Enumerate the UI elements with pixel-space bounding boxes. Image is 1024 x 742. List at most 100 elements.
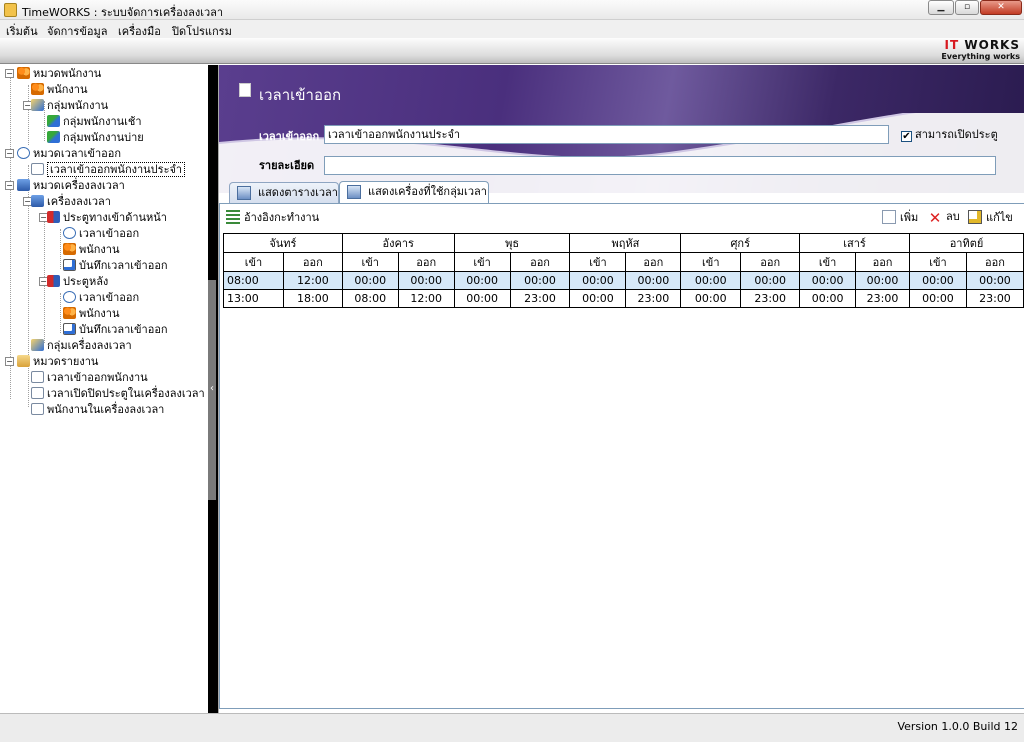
- tree-node[interactable]: เวลาเข้าออก: [63, 226, 139, 241]
- tab-show-schedule[interactable]: แสดงตารางเวลา: [229, 182, 339, 203]
- can-open-door-checkbox[interactable]: ✔ สามารถเปิดประตู: [901, 128, 998, 142]
- day-header: อังคาร: [341, 233, 455, 253]
- tree-node[interactable]: เวลาเข้าออก: [63, 290, 139, 305]
- table-row[interactable]: 08:00 12:00 00:00 00:00 00:00 00:00 00:00 00:00…: [223, 271, 1024, 290]
- tree-node[interactable]: เครื่องลงเวลา: [31, 194, 111, 209]
- tree-node[interactable]: พนักงาน: [63, 242, 120, 257]
- new-document-icon: [882, 210, 896, 224]
- time-cell[interactable]: 00:00: [569, 289, 627, 308]
- tree-node[interactable]: พนักงาน: [63, 306, 120, 321]
- note-icon: [63, 259, 76, 271]
- tree-node[interactable]: กลุ่มพนักงานเช้า: [47, 114, 142, 129]
- edit-icon: [968, 210, 982, 224]
- grid-toolbar: อ้างอิงกะทำงาน เพิ่ม ✕ ลบ แก้ไข: [220, 204, 1024, 230]
- tree-node[interactable]: ประตูหลัง: [47, 274, 108, 289]
- page-title-icon: [239, 83, 251, 97]
- close-button[interactable]: ✕: [980, 0, 1022, 15]
- reference-shift-button[interactable]: อ้างอิงกะทำงาน: [226, 210, 319, 225]
- table-row[interactable]: 13:00 18:00 08:00 12:00 00:00 23:00 00:00 23:00…: [223, 289, 1024, 308]
- tree-node[interactable]: เวลาเข้าออกพนักงาน: [31, 370, 148, 385]
- clock-icon: [17, 147, 30, 159]
- time-cell[interactable]: 08:00: [341, 289, 399, 308]
- tree-collapse-icon[interactable]: −: [5, 149, 14, 158]
- time-cell[interactable]: 00:00: [453, 271, 511, 290]
- tree-node-label: บันทึกเวลาเข้าออก: [79, 259, 168, 272]
- in-header: เข้า: [223, 252, 284, 272]
- time-name-field[interactable]: เวลาเข้าออกพนักงานประจำ: [324, 125, 889, 144]
- tree-node[interactable]: กลุ่มเครื่องลงเวลา: [31, 338, 132, 353]
- in-header: เข้า: [680, 252, 742, 272]
- status-bar: Version 1.0.0 Build 12: [0, 713, 1024, 742]
- people-icon: [63, 307, 76, 319]
- tab-show-machines[interactable]: แสดงเครื่องที่ใช้กลุ่มเวลา: [339, 181, 489, 203]
- time-cell[interactable]: 00:00: [341, 271, 399, 290]
- checkbox-icon[interactable]: ✔: [901, 131, 912, 142]
- delete-button[interactable]: ✕ ลบ: [928, 210, 960, 226]
- time-cell[interactable]: 00:00: [680, 271, 742, 290]
- time-cell[interactable]: 00:00: [625, 271, 682, 290]
- time-cell[interactable]: 18:00: [282, 289, 343, 308]
- time-cell[interactable]: 23:00: [740, 289, 801, 308]
- tree-collapse-icon[interactable]: −: [5, 69, 14, 78]
- tree-node[interactable]: พนักงาน: [31, 82, 88, 97]
- tree-node[interactable]: หมวดรายงาน: [17, 354, 98, 369]
- version-label: Version 1.0.0 Build 12: [897, 720, 1018, 733]
- time-cell[interactable]: 13:00: [223, 289, 284, 308]
- day-header: อาทิตย์: [909, 233, 1024, 253]
- tree-node[interactable]: ประตูทางเข้าด้านหน้า: [47, 210, 167, 225]
- in-header: เข้า: [453, 252, 511, 272]
- time-cell[interactable]: 08:00: [223, 271, 284, 290]
- tree-guide-line: [60, 293, 61, 333]
- door-icon: [47, 275, 60, 287]
- itworks-logo: IT WORKS Everything works: [941, 38, 1020, 61]
- tab-label: แสดงตารางเวลา: [258, 186, 338, 199]
- in-header: เข้า: [341, 252, 399, 272]
- time-cell[interactable]: 00:00: [680, 289, 742, 308]
- tree-collapse-icon[interactable]: −: [5, 357, 14, 366]
- tree-node[interactable]: เวลาเข้าออกพนักงานประจำ: [31, 162, 186, 177]
- note-icon: [63, 323, 76, 335]
- time-cell[interactable]: 23:00: [855, 289, 910, 308]
- tree-node[interactable]: หมวดเวลาเข้าออก: [17, 146, 121, 161]
- tree-node[interactable]: หมวดพนักงาน: [17, 66, 101, 81]
- maximize-button[interactable]: ▫: [955, 0, 979, 15]
- time-cell[interactable]: 23:00: [509, 289, 571, 308]
- tree-node[interactable]: เวลาเปิดปิดประตูในเครื่องลงเวลา: [31, 386, 205, 401]
- tree-collapse-icon[interactable]: −: [5, 181, 14, 190]
- tree-node[interactable]: บันทึกเวลาเข้าออก: [63, 258, 168, 273]
- tree-node-label: กลุ่มพนักงานบ่าย: [63, 131, 144, 144]
- time-cell[interactable]: 12:00: [282, 271, 343, 290]
- time-cell[interactable]: 00:00: [855, 271, 910, 290]
- time-cell[interactable]: 00:00: [740, 271, 801, 290]
- time-cell[interactable]: 00:00: [397, 271, 455, 290]
- add-button[interactable]: เพิ่ม: [882, 210, 918, 225]
- time-cell[interactable]: 00:00: [799, 289, 857, 308]
- time-cell[interactable]: 00:00: [509, 271, 571, 290]
- time-cell[interactable]: 12:00: [397, 289, 455, 308]
- out-header: ออก: [282, 252, 343, 272]
- time-cell[interactable]: 23:00: [625, 289, 682, 308]
- time-cell[interactable]: 00:00: [909, 289, 967, 308]
- tree-node[interactable]: กลุ่มพนักงานบ่าย: [47, 130, 144, 145]
- tree-node[interactable]: หมวดเครื่องลงเวลา: [17, 178, 125, 193]
- minimize-button[interactable]: ▁: [928, 0, 954, 15]
- collapse-arrow-icon[interactable]: ‹: [210, 383, 214, 394]
- navigation-tree[interactable]: − หมวดพนักงาน พนักงาน − กลุ่มพนักงาน กลุ่มพนั…: [0, 65, 208, 713]
- time-cell[interactable]: 00:00: [799, 271, 857, 290]
- tree-node-label: พนักงาน: [79, 243, 120, 256]
- day-header: จันทร์: [223, 233, 343, 253]
- tree-node-label: หมวดพนักงาน: [33, 67, 102, 80]
- time-cell[interactable]: 00:00: [453, 289, 511, 308]
- edit-button[interactable]: แก้ไข: [968, 210, 1013, 225]
- detail-field[interactable]: [324, 156, 996, 175]
- tree-node[interactable]: พนักงานในเครื่องลงเวลา: [31, 402, 164, 417]
- time-cell[interactable]: 23:00: [965, 289, 1024, 308]
- page-title: เวลาเข้าออก: [259, 86, 342, 104]
- time-cell[interactable]: 00:00: [909, 271, 967, 290]
- tree-node[interactable]: กลุ่มพนักงาน: [31, 98, 108, 113]
- tree-node[interactable]: บันทึกเวลาเข้าออก: [63, 322, 168, 337]
- in-header: เข้า: [799, 252, 857, 272]
- time-cell[interactable]: 00:00: [569, 271, 627, 290]
- schedule-grid[interactable]: จันทร์ อังคาร พุธ พฤหัส ศุกร์ เสาร์ อาทิตย์ เข…: [223, 233, 1024, 308]
- time-cell[interactable]: 00:00: [965, 271, 1024, 290]
